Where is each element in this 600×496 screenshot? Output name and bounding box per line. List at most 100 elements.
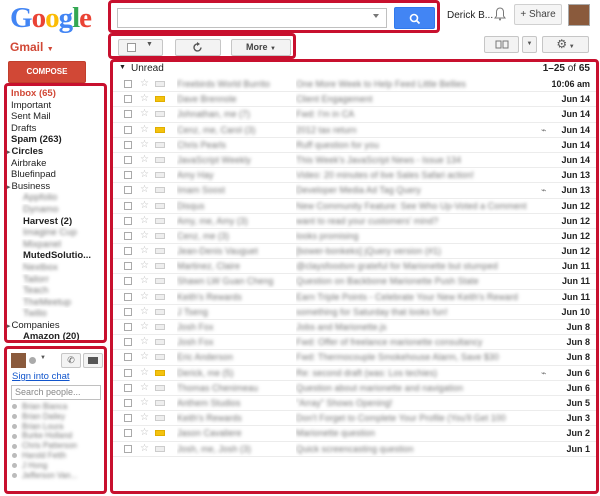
row-checkbox[interactable] bbox=[124, 383, 132, 392]
row-checkbox[interactable] bbox=[124, 95, 132, 104]
call-phone-button[interactable]: ✆ bbox=[61, 353, 81, 368]
chat-contact[interactable]: Jefferson Van... bbox=[7, 471, 104, 481]
search-options-icon[interactable] bbox=[373, 14, 379, 18]
table-row[interactable]: ☆ Amy, me, Amy (3) want to read your custo… bbox=[113, 214, 596, 229]
expand-arrow-icon[interactable]: ▸ bbox=[7, 323, 11, 330]
compose-button[interactable]: COMPOSE bbox=[8, 61, 86, 83]
sidebar-item[interactable]: Drafts bbox=[7, 123, 104, 135]
chat-contact[interactable]: Brian Dailey bbox=[7, 412, 104, 422]
star-icon[interactable]: ☆ bbox=[140, 77, 149, 91]
chat-avatar[interactable] bbox=[11, 353, 26, 368]
row-checkbox[interactable] bbox=[124, 338, 132, 347]
table-row[interactable]: ☆ Josh Fox Fwd: Offer of freelance marione… bbox=[113, 335, 596, 351]
table-row[interactable]: ☆ Martinez, Claire @claysfoodsm grateful f… bbox=[113, 259, 596, 275]
star-icon[interactable]: ☆ bbox=[140, 123, 149, 137]
row-checkbox[interactable] bbox=[124, 110, 132, 119]
star-icon[interactable]: ☆ bbox=[140, 381, 149, 395]
row-checkbox[interactable] bbox=[124, 262, 132, 271]
star-icon[interactable]: ☆ bbox=[140, 107, 149, 121]
table-row[interactable]: ☆ Keith's Rewards Earn Triple Points - Cel… bbox=[113, 290, 596, 305]
row-checkbox[interactable] bbox=[124, 292, 132, 301]
table-row[interactable]: ☆ Cenz, me (3) looks promising Jun 12 bbox=[113, 229, 596, 245]
table-row[interactable]: ☆ Johnathan, me (7) Fwd: I'm in CA Jun 14 bbox=[113, 107, 596, 123]
density-button[interactable] bbox=[484, 36, 519, 53]
sidebar-item[interactable]: ▸Circles bbox=[7, 146, 104, 158]
table-row[interactable]: ☆ Dave Brennole Client Engagement Jun 14 bbox=[113, 92, 596, 108]
star-icon[interactable]: ☆ bbox=[140, 214, 149, 228]
sidebar-item[interactable]: Important bbox=[7, 100, 104, 112]
star-icon[interactable]: ☆ bbox=[140, 138, 149, 152]
importance-marker-icon[interactable] bbox=[155, 324, 165, 330]
importance-marker-icon[interactable] bbox=[155, 308, 165, 315]
star-icon[interactable]: ☆ bbox=[140, 229, 149, 243]
chevron-down-icon[interactable]: ▼ bbox=[40, 355, 46, 361]
table-row[interactable]: ☆ Keith's Rewards Don't Forget to Complete… bbox=[113, 411, 596, 427]
star-icon[interactable]: ☆ bbox=[140, 183, 149, 197]
table-row[interactable]: ☆ Derick, me (5) Re: second draft (was: Lo… bbox=[113, 366, 596, 381]
importance-marker-icon[interactable] bbox=[155, 217, 165, 224]
account-avatar[interactable] bbox=[568, 4, 590, 26]
row-checkbox[interactable] bbox=[124, 323, 132, 331]
star-icon[interactable]: ☆ bbox=[140, 274, 149, 288]
table-row[interactable]: ☆ Josh Fox Jobs and Marionette.js Jun 8 bbox=[113, 320, 596, 336]
table-row[interactable]: ☆ Jason Cavaliere Marionette question Jun 2 bbox=[113, 426, 596, 442]
star-icon[interactable]: ☆ bbox=[140, 168, 149, 182]
table-row[interactable]: ☆ Imam Soost Developer Media Ad Tag Query ⌁… bbox=[113, 183, 596, 199]
row-checkbox[interactable] bbox=[124, 216, 132, 225]
star-icon[interactable]: ☆ bbox=[140, 426, 149, 440]
importance-marker-icon[interactable] bbox=[155, 202, 165, 209]
star-icon[interactable]: ☆ bbox=[140, 320, 149, 334]
importance-marker-icon[interactable] bbox=[155, 399, 165, 406]
importance-marker-icon[interactable] bbox=[155, 96, 165, 103]
importance-marker-icon[interactable] bbox=[155, 187, 165, 194]
sidebar-item[interactable]: Twilio bbox=[7, 308, 104, 320]
table-row[interactable]: ☆ Chris Pearls Ruff question for you Jun 14 bbox=[113, 138, 596, 153]
star-icon[interactable]: ☆ bbox=[140, 442, 149, 456]
importance-marker-icon[interactable] bbox=[155, 339, 165, 346]
table-row[interactable]: ☆ JavaScript Weekly This Week's JavaScript… bbox=[113, 153, 596, 169]
search-input[interactable] bbox=[117, 8, 387, 28]
notifications-bell-icon[interactable] bbox=[494, 7, 506, 21]
row-checkbox[interactable] bbox=[124, 80, 132, 88]
chat-contact[interactable]: Brian Bianca bbox=[7, 402, 104, 412]
table-row[interactable]: ☆ J Tseng something for Saturday that look… bbox=[113, 305, 596, 320]
search-button[interactable] bbox=[394, 7, 435, 29]
sidebar-item[interactable]: Imagine Cup bbox=[7, 227, 104, 239]
row-checkbox[interactable] bbox=[124, 429, 132, 438]
star-icon[interactable]: ☆ bbox=[140, 290, 149, 304]
row-checkbox[interactable] bbox=[124, 231, 132, 240]
importance-marker-icon[interactable] bbox=[155, 81, 165, 87]
row-checkbox[interactable] bbox=[124, 140, 132, 149]
row-checkbox[interactable] bbox=[124, 247, 132, 256]
unread-section-header[interactable]: ▼ Unread 1–25 of 65 bbox=[113, 62, 596, 77]
row-checkbox[interactable] bbox=[124, 171, 132, 180]
sidebar-item[interactable]: Dynamo bbox=[7, 204, 104, 216]
star-icon[interactable]: ☆ bbox=[140, 244, 149, 258]
chat-contact[interactable]: Brian Loura bbox=[7, 422, 104, 432]
star-icon[interactable]: ☆ bbox=[140, 153, 149, 167]
settings-button[interactable]: ⚙ ▼ bbox=[542, 36, 589, 53]
row-checkbox[interactable] bbox=[124, 398, 132, 407]
video-call-button[interactable] bbox=[83, 353, 103, 368]
table-row[interactable]: ☆ Jean-Denis Vauguet [bower-bonkeks] jQuer… bbox=[113, 244, 596, 260]
user-name[interactable]: Derick B... bbox=[447, 10, 493, 21]
star-icon[interactable]: ☆ bbox=[140, 92, 149, 106]
star-icon[interactable]: ☆ bbox=[140, 366, 149, 380]
row-checkbox[interactable] bbox=[124, 414, 132, 423]
google-logo[interactable]: Google bbox=[10, 2, 92, 35]
chat-contact[interactable]: Chris Patterson bbox=[7, 441, 104, 451]
star-icon[interactable]: ☆ bbox=[140, 396, 149, 410]
star-icon[interactable]: ☆ bbox=[140, 199, 149, 213]
row-checkbox[interactable] bbox=[124, 201, 132, 210]
star-icon[interactable]: ☆ bbox=[140, 259, 149, 273]
star-icon[interactable]: ☆ bbox=[140, 350, 149, 364]
importance-marker-icon[interactable] bbox=[155, 232, 165, 239]
importance-marker-icon[interactable] bbox=[155, 141, 165, 148]
sidebar-item[interactable]: Appfolio bbox=[7, 192, 104, 204]
sidebar-item[interactable]: Inbox (65) bbox=[7, 88, 104, 100]
row-checkbox[interactable] bbox=[124, 155, 132, 164]
sidebar-item[interactable]: Harvest (2) bbox=[7, 216, 104, 228]
table-row[interactable]: ☆ Amy Hay Video: 20 minutes of live Sales … bbox=[113, 168, 596, 184]
sidebar-item[interactable]: ▸Companies bbox=[7, 320, 104, 332]
sidebar-item[interactable]: MutedSolutio... bbox=[7, 250, 104, 262]
